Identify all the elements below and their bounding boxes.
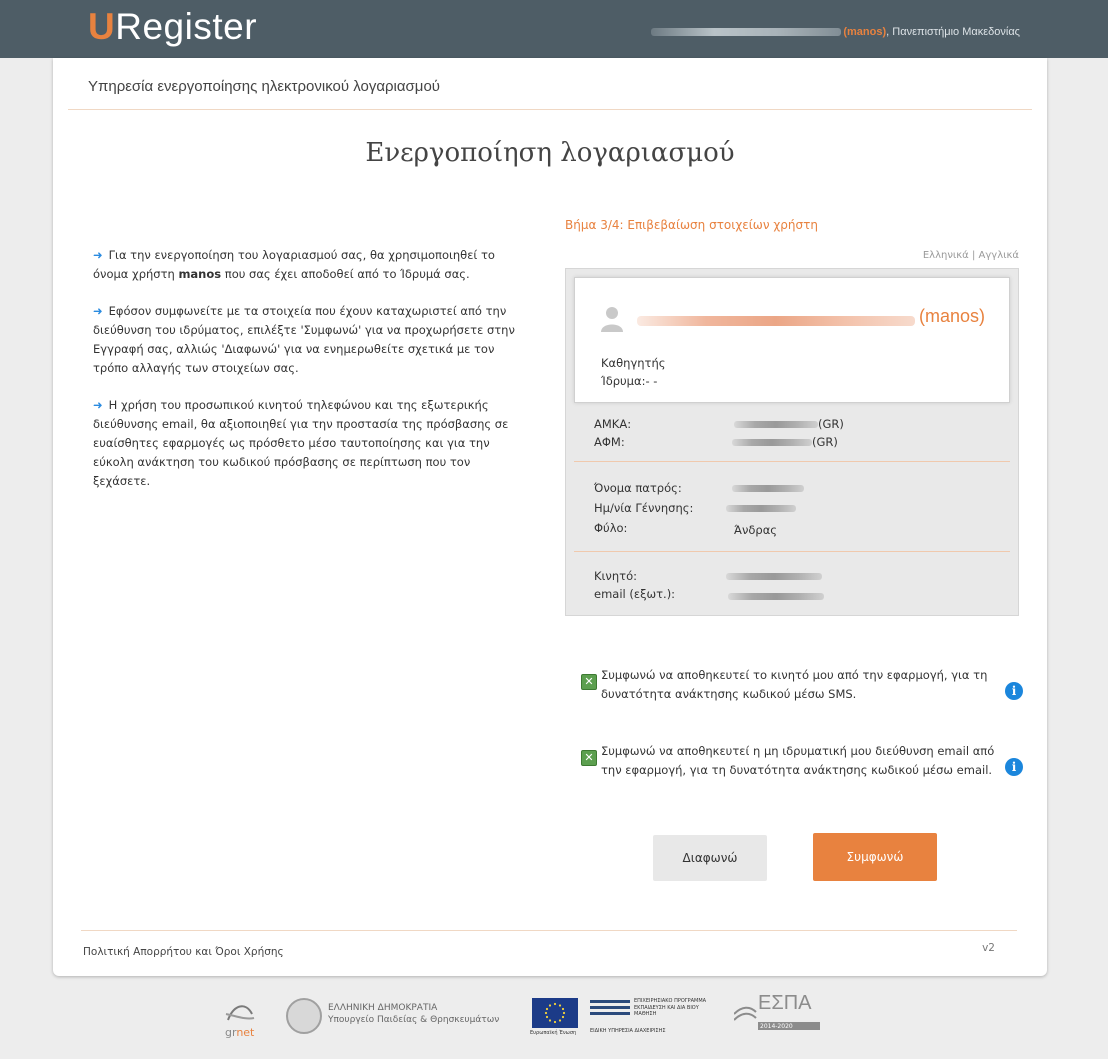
- logo-u: U: [88, 6, 116, 47]
- blurred-dob: [726, 505, 796, 512]
- top-bar: URegister (manos), Πανεπιστήμιο Μακεδονί…: [0, 0, 1108, 58]
- instructions: ➜ Για την ενεργοποίηση του λογαριασμού σα…: [93, 246, 523, 509]
- arrow-right-icon: ➜: [93, 248, 103, 262]
- gender-value: Άνδρας: [734, 523, 778, 537]
- header-username: manos: [847, 26, 883, 38]
- language-switch: Ελληνικά | Αγγλικά: [922, 250, 1019, 261]
- dob-label: Ημ/νία Γέννησης:: [594, 501, 694, 515]
- arrow-right-icon: ➜: [93, 398, 103, 412]
- email-consent-checkbox[interactable]: ✕: [581, 750, 597, 766]
- user-details-panel: (manos) Καθηγητής Ίδρυμα:- - ΑΜΚΑ: (GR) …: [565, 268, 1019, 616]
- op-waves-icon: [590, 1000, 630, 1015]
- agree-button[interactable]: Συμφωνώ: [813, 833, 937, 881]
- email-label: email (εξωτ.):: [594, 587, 676, 601]
- ministry-text: ΕΛΛΗΝΙΚΗ ΔΗΜΟΚΡΑΤΙΑ Υπουργείο Παιδείας &…: [328, 1003, 500, 1025]
- person-icon: [601, 307, 623, 332]
- blurred-fullname: [651, 28, 842, 37]
- profile-institution: Ίδρυμα:- -: [601, 374, 658, 388]
- instruction-3: ➜ Η χρήση του προσωπικού κινητού τηλεφώνο…: [93, 398, 509, 488]
- info-icon[interactable]: i: [1005, 682, 1023, 700]
- info-icon[interactable]: i: [1005, 758, 1023, 776]
- afm-suffix: (GR): [812, 435, 838, 449]
- divider: [81, 930, 1017, 931]
- blurred-amka: [734, 421, 818, 428]
- mobile-label: Κινητό:: [594, 569, 637, 583]
- instruction-username: manos: [178, 267, 222, 281]
- gender-label: Φύλο:: [594, 521, 628, 535]
- user-info: (manos), Πανεπιστήμιο Μακεδονίας: [651, 26, 1020, 38]
- espa-years: 2014-2020: [760, 1023, 793, 1030]
- amka-suffix: (GR): [818, 417, 844, 431]
- blurred-mobile: [726, 573, 822, 580]
- amka-label: ΑΜΚΑ:: [594, 417, 632, 431]
- arrow-right-icon: ➜: [93, 304, 103, 318]
- grnet-text: grnet: [225, 1026, 255, 1039]
- blurred-father: [732, 485, 804, 492]
- instruction-2: ➜ Εφόσον συμφωνείτε με τα στοιχεία που έχ…: [93, 304, 515, 375]
- espa-text: ΕΣΠΑ: [758, 992, 812, 1014]
- email-consent-text: Συμφωνώ να αποθηκευτεί η μη ιδρυματική μ…: [601, 744, 995, 777]
- blurred-email: [728, 593, 824, 600]
- sms-consent-text: Συμφωνώ να αποθηκευτεί το κινητό μου από…: [601, 668, 988, 701]
- lang-greek-link[interactable]: Ελληνικά: [923, 250, 969, 261]
- instruction-1: ➜ Για την ενεργοποίηση του λογαριασμού σα…: [93, 248, 495, 281]
- logo-text: Register: [115, 6, 258, 47]
- sponsor-footer: grnet ΕΛΛΗΝΙΚΗ ΔΗΜΟΚΡΑΤΙΑ Υπουργείο Παιδ…: [0, 990, 1108, 1050]
- version-label: v2: [982, 942, 995, 954]
- divider: [574, 461, 1010, 462]
- grnet-logo-icon: [225, 1005, 255, 1021]
- lang-english-link[interactable]: Αγγλικά: [979, 250, 1019, 261]
- app-logo[interactable]: URegister: [88, 6, 257, 48]
- header-institution: , Πανεπιστήμιο Μακεδονίας: [886, 26, 1020, 38]
- service-subtitle: Υπηρεσία ενεργοποίησης ηλεκτρονικού λογα…: [88, 78, 440, 95]
- eu-text: Ευρωπαϊκή Ένωση: [530, 1030, 577, 1036]
- blurred-afm: [732, 439, 812, 446]
- profile-role: Καθηγητής: [601, 356, 666, 370]
- operational-programme-logo: ΕΠΙΧΕΙΡΗΣΙΑΚΟ ΠΡΟΓΡΑΜΜΑ ΕΚΠΑΙΔΕΥΣΗ ΚΑΙ Δ…: [590, 998, 707, 1034]
- afm-label: ΑΦΜ:: [594, 435, 625, 449]
- privacy-policy-link[interactable]: Πολιτική Απορρήτου και Όροι Χρήσης: [83, 946, 284, 958]
- main-card: Υπηρεσία ενεργοποίησης ηλεκτρονικού λογα…: [53, 58, 1047, 976]
- step-indicator: Βήμα 3/4: Επιβεβαίωση στοιχείων χρήστη: [565, 218, 818, 232]
- disagree-button[interactable]: Διαφωνώ: [653, 835, 767, 881]
- father-label: Όνομα πατρός:: [594, 481, 682, 495]
- sms-consent-checkbox[interactable]: ✕: [581, 674, 597, 690]
- divider: [574, 551, 1010, 552]
- page-title: Ενεργοποίηση λογαριασμού: [365, 138, 735, 168]
- eu-flag-icon: [532, 998, 578, 1028]
- divider: [68, 109, 1032, 110]
- profile-box: (manos) Καθηγητής Ίδρυμα:- -: [574, 277, 1010, 403]
- profile-role-block: Καθηγητής Ίδρυμα:- -: [601, 354, 666, 390]
- greek-state-seal-icon: [286, 998, 322, 1034]
- blurred-fullname: [637, 316, 915, 326]
- profile-username: (manos): [919, 306, 986, 326]
